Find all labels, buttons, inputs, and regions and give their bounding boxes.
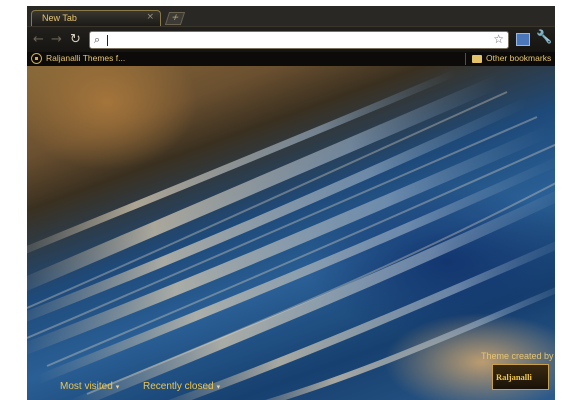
tab-title: New Tab <box>42 13 77 23</box>
omnibox[interactable]: ⌕ ☆ <box>89 31 509 49</box>
folder-icon <box>472 55 482 63</box>
bookmark-separator <box>465 53 466 65</box>
text-caret <box>107 35 108 46</box>
browser-window: New Tab × + ← → ↻ ⌕ ☆ 🔧 Raljanalli Theme… <box>27 6 555 400</box>
theme-credit-label: Theme created by <box>481 351 554 361</box>
wallpaper-terrain <box>27 68 555 400</box>
recently-closed-label: Recently closed <box>143 381 214 392</box>
back-arrow-icon[interactable]: ← <box>33 33 44 46</box>
forward-arrow-icon[interactable]: → <box>51 33 62 46</box>
most-visited-label: Most visited <box>60 381 113 392</box>
new-tab-button[interactable]: + <box>164 12 186 25</box>
search-icon: ⌕ <box>94 33 101 46</box>
theme-credit-logo[interactable]: Raljanalli <box>492 364 549 390</box>
toolbar: ← → ↻ ⌕ ☆ 🔧 <box>27 26 555 53</box>
raljanalli-logo-icon <box>31 53 42 64</box>
reload-icon[interactable]: ↻ <box>70 33 81 46</box>
theme-credit-brand: Raljanalli <box>496 372 532 382</box>
tab-close-icon[interactable]: × <box>146 12 154 22</box>
theme-wallpaper <box>27 62 555 400</box>
tab-strip: New Tab × + <box>27 6 555 26</box>
bookmark-item-raljanalli[interactable]: Raljanalli Themes f... <box>46 53 125 63</box>
page-menu-icon[interactable] <box>516 33 530 46</box>
chevron-down-icon: ▾ <box>115 384 120 391</box>
most-visited-button[interactable]: Most visited ▾ <box>60 381 119 392</box>
bookmark-bar: Raljanalli Themes f... Other bookmarks <box>27 52 555 66</box>
recently-closed-button[interactable]: Recently closed ▾ <box>143 381 220 392</box>
chevron-down-icon: ▾ <box>216 384 221 391</box>
tab-new-tab[interactable]: New Tab × <box>31 10 161 26</box>
wrench-icon[interactable]: 🔧 <box>536 30 552 45</box>
bookmark-star-icon[interactable]: ☆ <box>493 32 504 46</box>
other-bookmarks-button[interactable]: Other bookmarks <box>486 53 551 63</box>
